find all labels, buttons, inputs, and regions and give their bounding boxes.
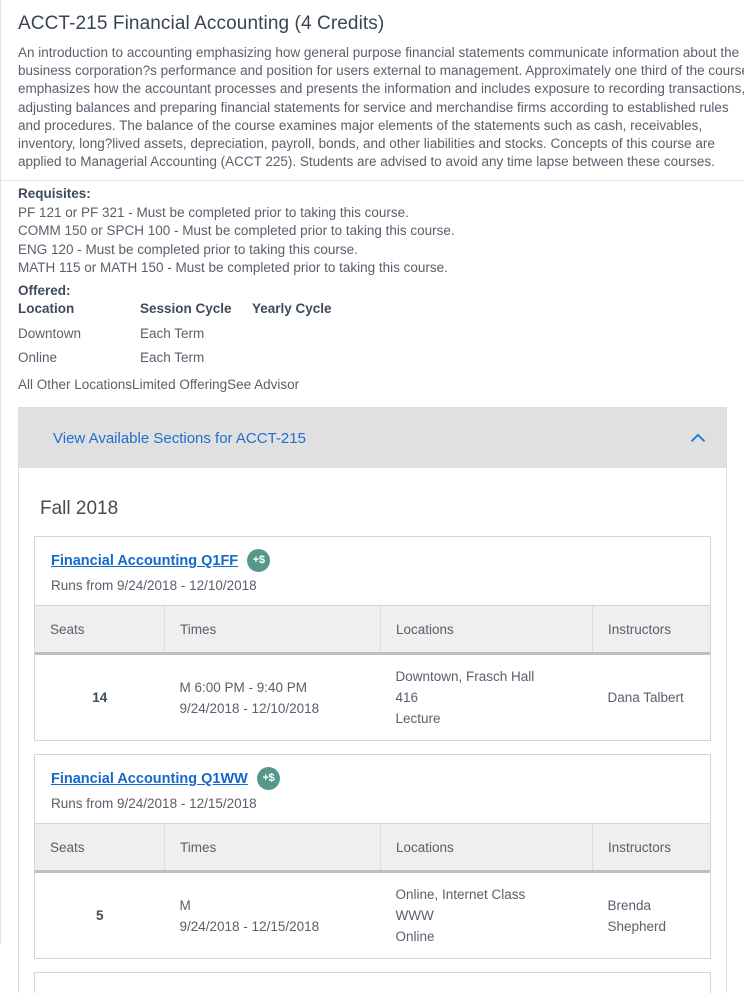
column-header-times: Times: [164, 824, 381, 874]
requisite-line: ENG 120 - Must be completed prior to tak…: [18, 241, 358, 257]
page-title: ACCT-215 Financial Accounting (4 Credits…: [18, 13, 385, 34]
cell-seats: 5: [35, 871, 165, 959]
section-schedule-table: Seats Times Locations Instructors 5 M 9/…: [35, 824, 710, 959]
section-card: [34, 972, 711, 993]
table-header-row: Seats Times Locations Instructors: [35, 606, 710, 656]
available-sections-toggle[interactable]: View Available Sections for ACCT-215: [19, 408, 726, 469]
offered-table: Location Session Cycle Yearly Cycle Down…: [18, 300, 372, 372]
section-link[interactable]: Financial Accounting Q1FF: [51, 553, 238, 569]
table-row: Downtown Each Term: [18, 323, 372, 348]
offered-yearly-cycle: [252, 323, 372, 348]
offered-session-cycle: Each Term: [140, 325, 205, 341]
column-header-instructors: Instructors: [592, 824, 710, 874]
offered-other-locations-note: All Other LocationsLimited OfferingSee A…: [18, 376, 300, 392]
cell-instructors: Dana Talbert: [592, 653, 710, 741]
location-line: 416: [395, 690, 419, 706]
cell-seats: 14: [35, 653, 165, 741]
section-header: Financial Accounting Q1WW +$ Runs from 9…: [35, 755, 710, 825]
offered-session-cycle: Each Term: [140, 350, 205, 366]
times-line: 9/24/2018 - 12/15/2018: [179, 918, 320, 934]
offered-header-location: Location: [18, 301, 75, 317]
column-header-seats: Seats: [35, 824, 165, 874]
section-card: Financial Accounting Q1WW +$ Runs from 9…: [34, 754, 711, 960]
offered-yearly-cycle: [252, 347, 372, 372]
requisite-line: MATH 115 or MATH 150 - Must be completed…: [18, 260, 448, 276]
column-header-instructors: Instructors: [592, 606, 710, 656]
table-row: Online Each Term: [18, 347, 372, 372]
location-line: WWW: [395, 908, 434, 924]
cell-locations: Downtown, Frasch Hall 416 Lecture: [380, 653, 593, 741]
offered-header-row: Location Session Cycle Yearly Cycle: [18, 300, 372, 323]
additional-fee-icon: +$: [256, 767, 280, 791]
cell-times: M 9/24/2018 - 12/15/2018: [164, 871, 381, 959]
course-detail-page: ACCT-215 Financial Accounting (4 Credits…: [0, 0, 744, 993]
requisites-block: Requisites: PF 121 or PF 321 - Must be c…: [18, 181, 744, 278]
available-sections-panel: View Available Sections for ACCT-215 Fal…: [18, 407, 727, 993]
requisite-line: COMM 150 or SPCH 100 - Must be completed…: [18, 223, 455, 239]
available-sections-label[interactable]: View Available Sections for ACCT-215: [53, 430, 306, 447]
location-line: Online, Internet Class: [395, 887, 526, 903]
offered-location: Downtown: [18, 325, 82, 341]
column-header-locations: Locations: [380, 824, 593, 874]
section-run-dates: Runs from 9/24/2018 - 12/15/2018: [51, 796, 257, 812]
times-line: M: [179, 897, 191, 913]
additional-fee-icon: +$: [247, 549, 271, 573]
requisites-label: Requisites:: [18, 186, 91, 202]
location-line: Downtown, Frasch Hall: [395, 669, 535, 685]
course-description: An introduction to accounting emphasizin…: [18, 45, 744, 170]
section-card: Financial Accounting Q1FF +$ Runs from 9…: [34, 536, 711, 742]
available-sections-body: Fall 2018 Financial Accounting Q1FF +$ R…: [19, 468, 726, 993]
section-schedule-table: Seats Times Locations Instructors 14 M 6…: [35, 606, 710, 741]
term-heading: Fall 2018: [40, 498, 119, 520]
cell-instructors: Brenda Shepherd: [592, 871, 710, 959]
cell-times: M 6:00 PM - 9:40 PM 9/24/2018 - 12/10/20…: [164, 653, 381, 741]
offered-location: Online: [18, 350, 58, 366]
column-header-seats: Seats: [35, 606, 165, 656]
section-header: Financial Accounting Q1FF +$ Runs from 9…: [35, 537, 710, 607]
offered-header-session-cycle: Session Cycle: [140, 301, 232, 317]
column-header-times: Times: [164, 606, 381, 656]
card-gap: [34, 959, 711, 972]
cell-locations: Online, Internet Class WWW Online: [380, 871, 593, 959]
offered-block: Offered: Location Session Cycle Yearly C…: [18, 278, 744, 395]
column-header-locations: Locations: [380, 606, 593, 656]
table-header-row: Seats Times Locations Instructors: [35, 824, 710, 874]
offered-header-yearly-cycle: Yearly Cycle: [252, 301, 332, 317]
location-line: Online: [395, 929, 435, 945]
section-run-dates: Runs from 9/24/2018 - 12/10/2018: [51, 578, 257, 594]
course-info-region: ACCT-215 Financial Accounting (4 Credits…: [1, 0, 744, 394]
times-line: M 6:00 PM - 9:40 PM: [179, 679, 308, 695]
chevron-up-icon[interactable]: [690, 430, 706, 446]
card-gap: [34, 741, 711, 754]
location-line: Lecture: [395, 711, 441, 727]
table-row: 14 M 6:00 PM - 9:40 PM 9/24/2018 - 12/10…: [35, 653, 710, 741]
section-link[interactable]: Financial Accounting Q1WW: [51, 771, 248, 787]
requisite-line: PF 121 or PF 321 - Must be completed pri…: [18, 204, 409, 220]
table-row: 5 M 9/24/2018 - 12/15/2018 Online, Inter…: [35, 871, 710, 959]
offered-label: Offered:: [18, 282, 71, 298]
times-line: 9/24/2018 - 12/10/2018: [179, 700, 320, 716]
